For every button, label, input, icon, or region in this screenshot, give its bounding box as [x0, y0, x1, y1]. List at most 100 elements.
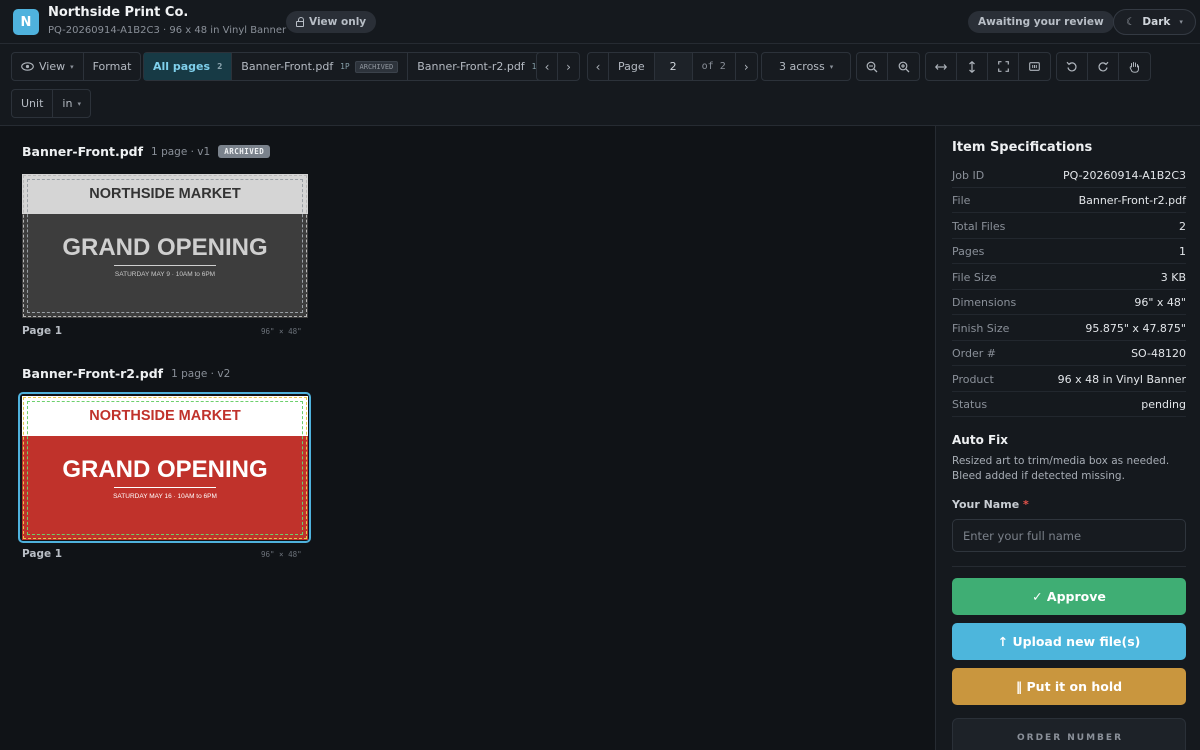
page-total: of 2: [693, 53, 736, 80]
spec-key: Pages: [952, 244, 985, 258]
spec-row: Order # SO-48120: [952, 341, 1186, 366]
spec-row: File Banner-Front-r2.pdf: [952, 188, 1186, 213]
next-page-button[interactable]: ›: [736, 53, 757, 80]
order-number-box: ORDER NUMBER: [952, 718, 1186, 750]
divider: [952, 566, 1186, 567]
page-thumbnail[interactable]: NORTHSIDE MARKET GRAND OPENING SATURDAY …: [22, 396, 308, 540]
rotate-right-icon: [1098, 61, 1109, 71]
file-name: Banner-Front-r2.pdf: [22, 366, 164, 381]
view-menu[interactable]: View ▾: [12, 53, 84, 80]
file-name: Banner-Front.pdf: [22, 144, 144, 159]
name-input[interactable]: [952, 519, 1186, 552]
zoom-in-icon: [898, 61, 909, 72]
order-number-label: ORDER NUMBER: [1017, 733, 1123, 743]
rotate-right-button[interactable]: [1088, 53, 1119, 80]
spec-value: SO-48120: [1131, 346, 1186, 360]
spec-row: Finish Size 95.875" x 47.875": [952, 316, 1186, 341]
archived-tag: ARCHIVED: [354, 60, 399, 73]
grid-icon: [1029, 62, 1040, 71]
chevron-down-icon: ▾: [1179, 18, 1183, 26]
banner-preview: NORTHSIDE MARKET GRAND OPENING SATURDAY …: [22, 174, 308, 318]
spec-key: File: [952, 193, 971, 207]
review-status-badge: Awaiting your review: [968, 11, 1114, 33]
name-label-text: Your Name: [952, 498, 1020, 511]
approve-button[interactable]: ✓ Approve: [952, 578, 1186, 615]
page-label: Page: [609, 53, 655, 80]
upload-button[interactable]: ↑ Upload new file(s): [952, 623, 1186, 660]
spec-value: Banner-Front-r2.pdf: [1078, 193, 1186, 207]
file-tabs: All pages 2 Banner-Front.pdf 1P ARCHIVED …: [143, 52, 551, 81]
zoom-group: [856, 52, 920, 81]
grid-view-button[interactable]: [1019, 53, 1050, 80]
theme-toggle[interactable]: ☾ Dark ▾: [1113, 9, 1196, 35]
page-label: Page 1: [22, 548, 63, 560]
layout-select-value: 3 across ▾: [762, 53, 850, 80]
unit-group: Unit in ▾: [11, 89, 91, 118]
spec-row: Pages 1: [952, 239, 1186, 264]
toolbar: View ▾ Format All pages 2 Banner-Front.pd…: [0, 44, 1200, 126]
tab-all-pages[interactable]: All pages 2: [144, 53, 233, 80]
zoom-in-button[interactable]: [888, 53, 919, 80]
spec-row: Dimensions 96" x 48": [952, 290, 1186, 315]
page-nav-group: ‹ Page 2 of 2 ›: [587, 52, 758, 81]
page-number-input[interactable]: 2: [654, 53, 693, 80]
spec-key: Dimensions: [952, 295, 1017, 309]
pan-tool-button[interactable]: [1119, 53, 1150, 80]
spec-key: Status: [952, 397, 988, 411]
page-thumbnail[interactable]: NORTHSIDE MARKET GRAND OPENING SATURDAY …: [22, 174, 308, 318]
archived-badge: ARCHIVED: [218, 145, 271, 158]
file-nav-group: ‹ ›: [536, 52, 580, 81]
page-dimensions: 96" × 48": [261, 550, 302, 559]
spec-key: Order #: [952, 346, 996, 360]
fit-group: [925, 52, 1051, 81]
spec-value: 96 x 48 in Vinyl Banner: [1057, 372, 1186, 386]
spec-value: 95.875" x 47.875": [1085, 321, 1186, 335]
prev-file-button[interactable]: ‹: [537, 53, 558, 80]
moon-icon: ☾: [1126, 16, 1136, 28]
banner-preview: NORTHSIDE MARKET GRAND OPENING SATURDAY …: [22, 396, 308, 540]
next-file-button[interactable]: ›: [558, 53, 579, 80]
spec-row: File Size 3 KB: [952, 265, 1186, 290]
hand-icon: [1129, 61, 1139, 73]
spec-value: 96" x 48": [1134, 295, 1186, 309]
unit-select[interactable]: in ▾: [53, 90, 90, 117]
spec-key: Job ID: [952, 168, 985, 182]
spec-key: Product: [952, 372, 994, 386]
specifications-sidebar: Item Specifications Job ID PQ-20260914-A1…: [935, 126, 1200, 750]
required-marker: *: [1023, 498, 1029, 511]
rotate-left-button[interactable]: [1057, 53, 1088, 80]
spec-key: Total Files: [952, 219, 1006, 233]
job-subtitle: PQ-20260914-A1B2C3 · 96 x 48 in Vinyl Ba…: [48, 25, 287, 36]
page-label: Page 1: [22, 325, 63, 337]
fit-width-icon: [935, 63, 947, 70]
tab-banner-front[interactable]: Banner-Front.pdf 1P ARCHIVED: [232, 53, 409, 80]
file-meta: 1 page · v2: [171, 367, 231, 380]
zoom-out-icon: [866, 61, 878, 72]
zoom-out-button[interactable]: [857, 53, 888, 80]
app-header: N Northside Print Co. PQ-20260914-A1B2C3…: [0, 0, 1200, 44]
tab-banner-front-r2[interactable]: Banner-Front-r2.pdf 1P: [408, 53, 550, 80]
rotate-left-icon: [1066, 61, 1077, 71]
chevron-down-icon: ▾: [70, 62, 74, 71]
layout-label: 3 across: [779, 60, 825, 73]
unit-label: Unit: [12, 90, 54, 117]
layout-select[interactable]: 3 across ▾: [761, 52, 852, 81]
spec-value: 1: [1179, 244, 1186, 258]
spec-value: 3 KB: [1160, 270, 1186, 284]
fit-height-button[interactable]: [957, 53, 988, 80]
fit-width-button[interactable]: [926, 53, 957, 80]
spec-row: Total Files 2: [952, 214, 1186, 239]
chevron-down-icon: ▾: [77, 99, 81, 108]
view-only-badge: View only: [286, 11, 377, 33]
tab-label: Banner-Front.pdf: [241, 60, 334, 73]
sidebar-title: Item Specifications: [952, 140, 1093, 155]
eye-icon: [21, 62, 34, 71]
fullscreen-button[interactable]: [988, 53, 1019, 80]
name-label: Your Name *: [952, 498, 1029, 511]
format-button[interactable]: Format: [84, 53, 141, 80]
safe-guide: [27, 401, 303, 535]
prev-page-button[interactable]: ‹: [588, 53, 609, 80]
safe-guide: [27, 179, 303, 313]
hold-button[interactable]: ‖ Put it on hold: [952, 668, 1186, 705]
spec-row: Product 96 x 48 in Vinyl Banner: [952, 367, 1186, 392]
